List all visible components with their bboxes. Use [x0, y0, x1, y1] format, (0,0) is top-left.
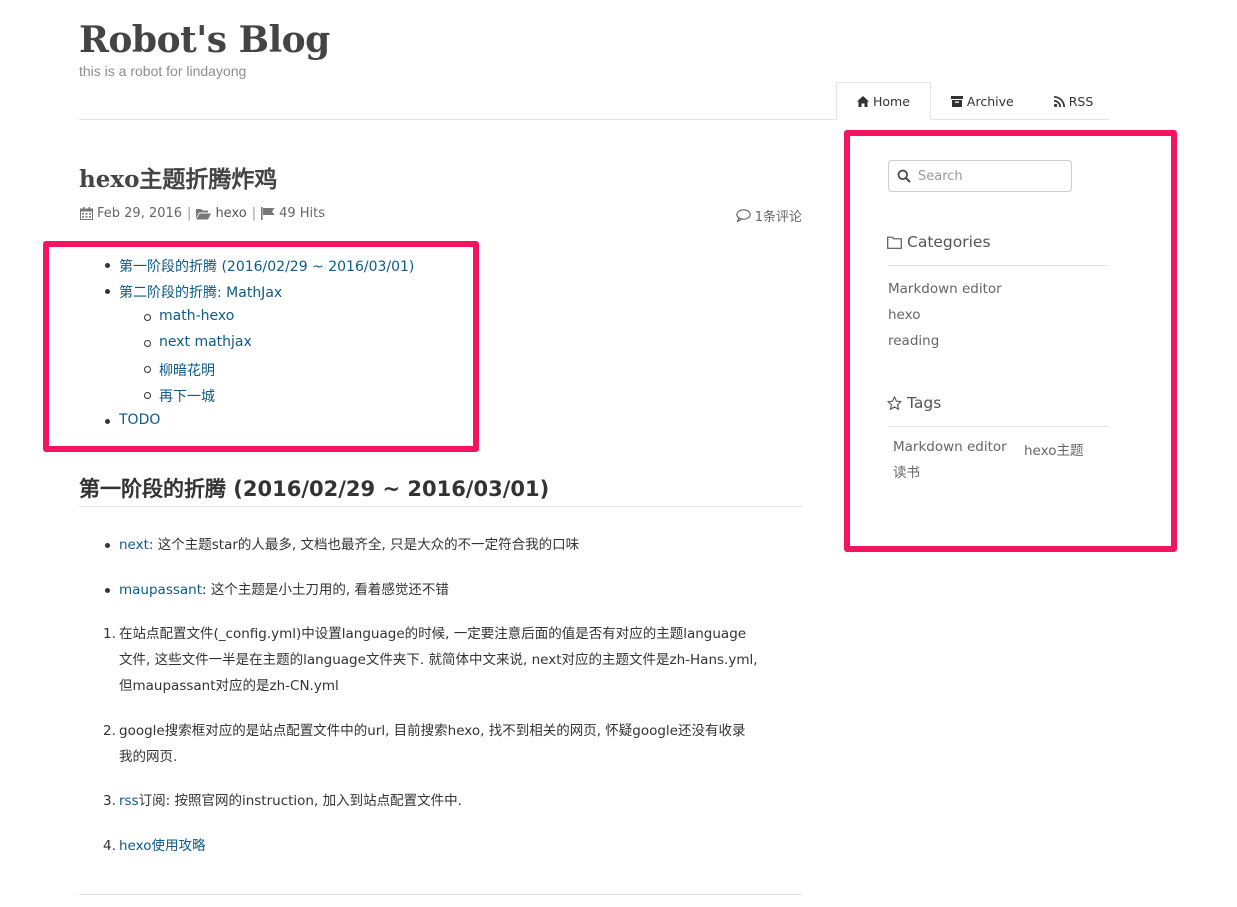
hexo-guide-link[interactable]: hexo使用攻略	[119, 838, 205, 854]
category-link[interactable]: hexo	[888, 307, 920, 323]
nav-home[interactable]: Home	[836, 82, 931, 120]
section-divider	[79, 506, 802, 507]
post-bottom-divider	[79, 894, 802, 895]
post-category-link[interactable]: hexo	[215, 206, 246, 221]
tag-link[interactable]: 读书	[893, 461, 920, 481]
list-item: next: 这个主题star的人最多, 文档也最齐全, 只是大众的不一定符合我的…	[119, 532, 579, 558]
list-item: maupassant: 这个主题是小土刀用的, 看着感觉还不错	[119, 577, 449, 603]
bullet	[105, 543, 110, 548]
list-number: 1.	[103, 626, 116, 642]
post-comments-link[interactable]: 1条评论	[736, 206, 802, 225]
blog-page: Robot's Blog this is a robot for lindayo…	[0, 0, 1237, 907]
ordered-item: hexo使用攻略	[119, 833, 205, 859]
flag-icon	[261, 207, 275, 220]
calendar-icon	[80, 207, 93, 220]
bullet	[105, 588, 110, 593]
tag-link[interactable]: hexo主题	[1024, 439, 1083, 459]
section-heading: 第一阶段的折腾 (2016/02/29 ~ 2016/03/01)	[79, 477, 550, 501]
list-number: 2.	[103, 723, 116, 739]
rss-link[interactable]: rss	[119, 793, 139, 809]
meta-separator: |	[187, 206, 192, 221]
nav-archive[interactable]: Archive	[931, 82, 1034, 120]
toc-item-math-hexo[interactable]: math-hexo	[159, 308, 234, 324]
comment-icon	[736, 209, 751, 222]
bullet	[105, 289, 110, 294]
list-number: 3.	[103, 793, 116, 809]
circle-bullet	[144, 366, 151, 373]
toc-item-todo[interactable]: TODO	[119, 412, 160, 428]
ordered-item-line: 文件, 这些文件一半是在主题的language文件夹下. 就简体中文来说, ne…	[119, 652, 758, 668]
nav-rss[interactable]: RSS	[1034, 82, 1114, 120]
toc-item-stage-one[interactable]: 第一阶段的折腾 (2016/02/29 ~ 2016/03/01)	[119, 256, 414, 276]
categories-title: Categories	[907, 233, 991, 251]
blog-title[interactable]: Robot's Blog	[79, 18, 330, 62]
blog-subtitle: this is a robot for lindayong	[79, 63, 247, 79]
ordered-item-line: 我的网页.	[119, 749, 178, 765]
toc-item-next-mathjax[interactable]: next mathjax	[159, 334, 252, 350]
list-number: 4.	[103, 838, 116, 854]
maupassant-theme-link[interactable]: maupassant	[119, 582, 202, 598]
ordered-item-line: 但maupassant对应的是zh-CN.yml	[119, 678, 339, 694]
nav-archive-label: Archive	[966, 93, 1014, 109]
toc-item-liuan-huaming[interactable]: 柳暗花明	[159, 360, 215, 380]
bullet	[105, 263, 110, 268]
list-item-text: : 这个主题star的人最多, 文档也最齐全, 只是大众的不一定符合我的口味	[148, 537, 580, 553]
main-nav: Home Archive RSS	[836, 82, 1113, 120]
home-icon	[857, 95, 869, 107]
post-date: Feb 29, 2016	[97, 206, 183, 221]
ordered-item: rss订阅: 按照官网的instruction, 加入到站点配置文件中.	[119, 788, 462, 814]
search-input[interactable]	[916, 166, 1066, 186]
search-icon	[897, 169, 911, 183]
tag-link[interactable]: Markdown editor	[893, 439, 1007, 455]
circle-bullet	[144, 340, 151, 347]
circle-bullet	[144, 314, 151, 321]
post-hits: 49 Hits	[279, 206, 326, 221]
toc-item-zaixia-yicheng[interactable]: 再下一城	[159, 386, 215, 406]
category-link[interactable]: Markdown editor	[888, 281, 1002, 297]
archive-icon	[950, 95, 963, 107]
categories-heading: Categories	[887, 233, 991, 251]
post-title[interactable]: hexo主题折腾炸鸡	[79, 160, 277, 194]
search-box[interactable]	[888, 160, 1072, 192]
ordered-item-text: 订阅: 按照官网的instruction, 加入到站点配置文件中.	[138, 793, 462, 809]
next-theme-link[interactable]: next	[119, 537, 149, 553]
circle-bullet	[144, 392, 151, 399]
folder-open-icon	[196, 208, 212, 220]
tags-title: Tags	[907, 394, 942, 412]
star-icon	[887, 395, 902, 411]
ordered-item-line: google搜索框对应的是站点配置文件中的url, 目前搜索hexo, 找不到相…	[119, 723, 746, 739]
tags-divider	[888, 426, 1109, 427]
category-link[interactable]: reading	[888, 333, 939, 349]
post-comments: 1条评论	[754, 210, 802, 225]
nav-home-label: Home	[873, 93, 910, 109]
categories-divider	[888, 265, 1109, 266]
list-item-text: : 这个主题是小土刀用的, 看着感觉还不错	[202, 582, 449, 598]
bullet	[105, 419, 110, 424]
tags-heading: Tags	[887, 394, 941, 412]
toc-item-stage-two[interactable]: 第二阶段的折腾: MathJax	[119, 282, 282, 302]
rss-icon	[1053, 95, 1065, 107]
folder-icon	[887, 236, 902, 249]
meta-separator: |	[251, 206, 257, 221]
ordered-item-line: 在站点配置文件(_config.yml)中设置language的时候, 一定要注…	[119, 626, 747, 642]
post-meta: Feb 29, 2016 | hexo | 49 Hits 1条评论	[80, 206, 802, 225]
nav-rss-label: RSS	[1068, 93, 1094, 109]
